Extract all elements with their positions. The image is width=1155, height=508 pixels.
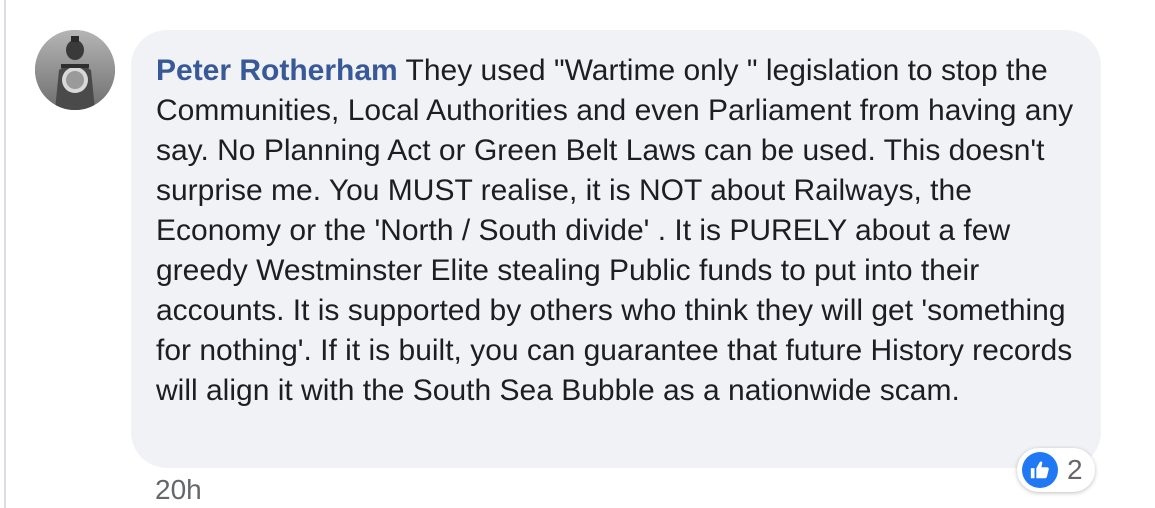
reaction-summary[interactable]: 2 [1017,448,1095,492]
comment-body: Peter Rotherham They used "Wartime only … [156,51,1076,411]
author-name[interactable]: Peter Rotherham [156,54,398,87]
like-icon [1022,452,1058,488]
avatar[interactable] [35,30,115,110]
comment: Peter Rotherham They used "Wartime only … [0,0,1155,508]
comment-text: They used "Wartime only " legislation to… [156,54,1074,407]
avatar-image [35,30,115,110]
reaction-count: 2 [1067,454,1083,485]
comment-timestamp[interactable]: 20h [155,474,202,506]
comment-bubble: Peter Rotherham They used "Wartime only … [131,30,1101,468]
